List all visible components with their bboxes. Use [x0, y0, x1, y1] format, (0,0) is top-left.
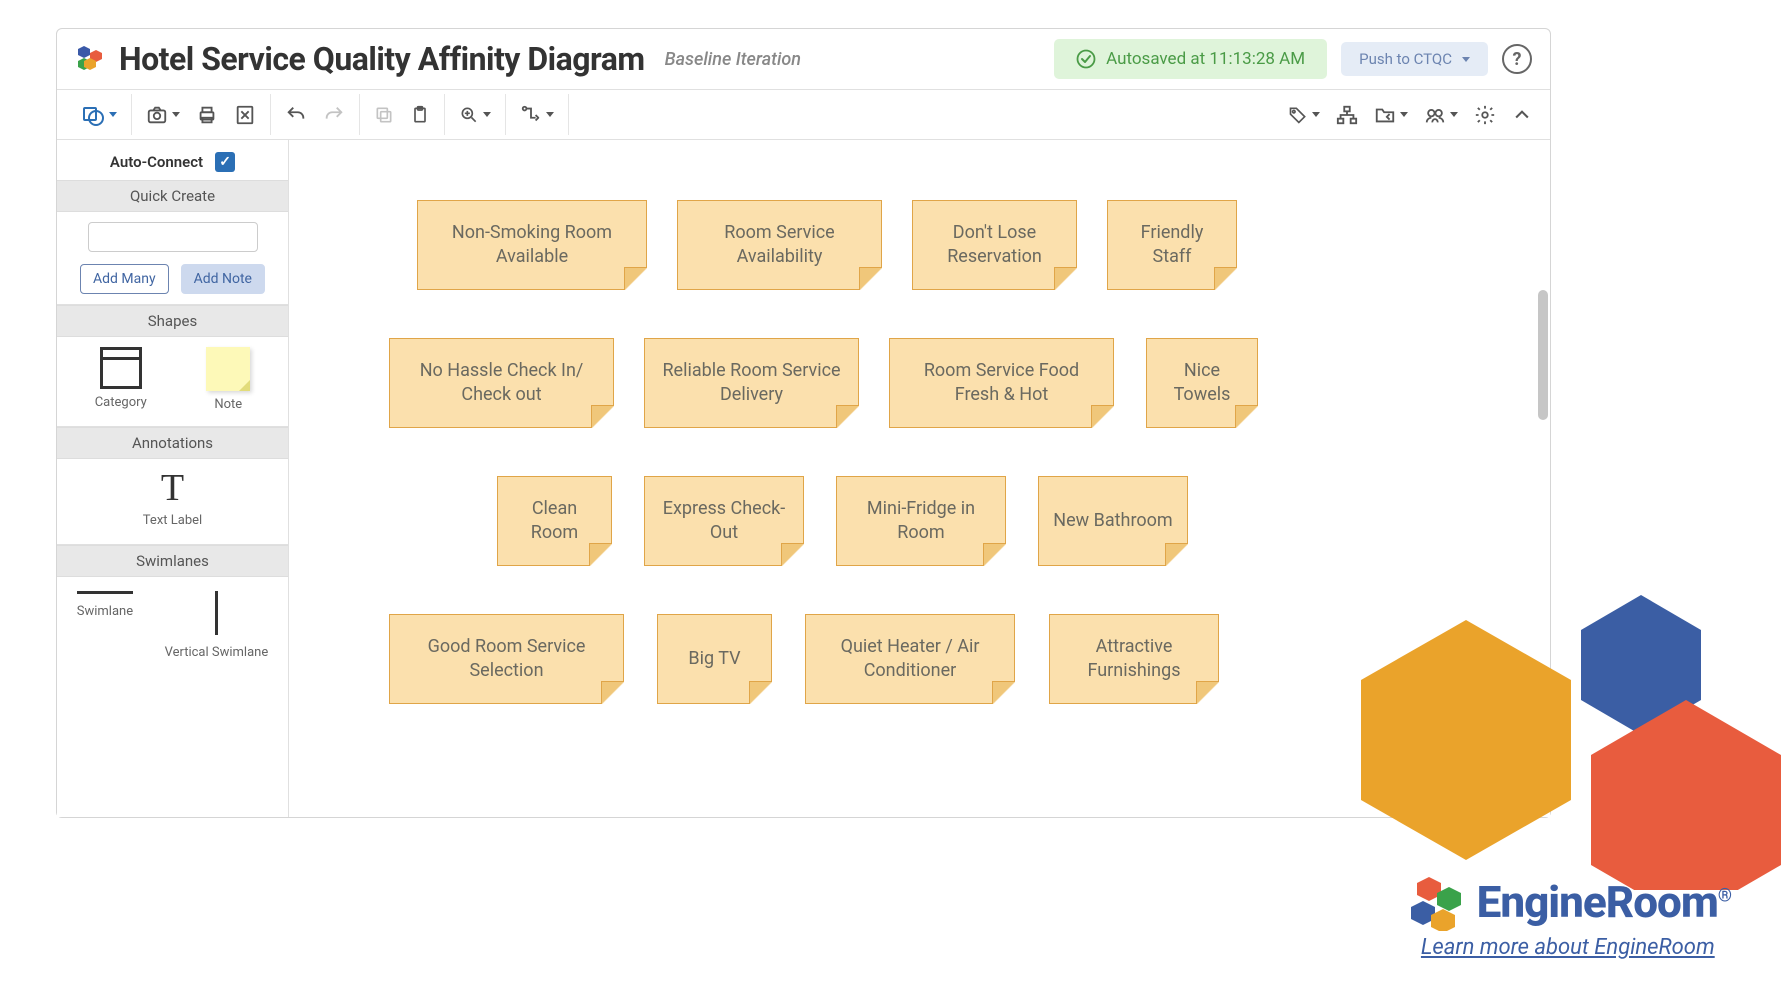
quick-create-input[interactable] [88, 222, 258, 252]
affinity-note[interactable]: Attractive Furnishings [1049, 614, 1219, 704]
shape-note-label: Note [214, 397, 242, 412]
affinity-note[interactable]: Reliable Room Service Delivery [644, 338, 859, 428]
engineroom-logo-icon [1405, 873, 1467, 931]
paste-button[interactable] [402, 99, 438, 131]
page-subtitle: Baseline Iteration [665, 49, 801, 70]
push-ctqc-button[interactable]: Push to CTQC [1341, 42, 1488, 76]
settings-button[interactable] [1466, 98, 1504, 132]
affinity-note[interactable]: Quiet Heater / Air Conditioner [805, 614, 1015, 704]
affinity-note[interactable]: No Hassle Check In/ Check out [389, 338, 614, 428]
shape-note[interactable]: Note [206, 347, 250, 412]
caret-down-icon [172, 112, 180, 117]
collapse-button[interactable] [1504, 99, 1540, 131]
toolbar [57, 90, 1550, 140]
copy-button[interactable] [366, 99, 402, 131]
swimlane-horizontal[interactable]: Swimlane [77, 591, 133, 660]
push-ctqc-label: Push to CTQC [1359, 50, 1452, 68]
tag-button[interactable] [1280, 99, 1328, 131]
branding-footer: EngineRoom® Learn more about EngineRoom [1405, 873, 1731, 960]
caret-down-icon [1450, 112, 1458, 117]
annotations-header: Annotations [57, 427, 288, 459]
header-bar: Hotel Service Quality Affinity Diagram B… [57, 29, 1550, 90]
quick-create-header: Quick Create [57, 180, 288, 212]
app-window: Hotel Service Quality Affinity Diagram B… [56, 28, 1551, 818]
autosave-text: Autosaved at 11:13:28 AM [1106, 49, 1305, 69]
swimlane-vertical[interactable]: Vertical Swimlane [165, 591, 269, 660]
affinity-note[interactable]: New Bathroom [1038, 476, 1188, 566]
affinity-note[interactable]: Friendly Staff [1107, 200, 1237, 290]
shapes-header: Shapes [57, 305, 288, 337]
affinity-note[interactable]: Express Check-Out [644, 476, 804, 566]
shape-category[interactable]: Category [95, 347, 147, 412]
affinity-note[interactable]: Nice Towels [1146, 338, 1258, 428]
folder-button[interactable] [1366, 98, 1416, 132]
affinity-note[interactable]: Room Service Availability [677, 200, 882, 290]
page-title: Hotel Service Quality Affinity Diagram [119, 40, 645, 78]
affinity-note[interactable]: Clean Room [497, 476, 612, 566]
shape-category-label: Category [95, 395, 147, 410]
affinity-note[interactable]: Room Service Food Fresh & Hot [889, 338, 1114, 428]
share-button[interactable] [1416, 98, 1466, 132]
add-note-button[interactable]: Add Note [181, 264, 265, 294]
caret-down-icon [1462, 57, 1470, 62]
connector-button[interactable] [512, 98, 562, 132]
affinity-note[interactable]: Good Room Service Selection [389, 614, 624, 704]
affinity-note[interactable]: Big TV [657, 614, 772, 704]
zoom-button[interactable] [451, 99, 499, 131]
learn-more-link[interactable]: Learn more about EngineRoom [1421, 935, 1715, 960]
print-button[interactable] [188, 98, 226, 132]
help-button[interactable]: ? [1502, 44, 1532, 74]
swimlane-horizontal-icon [77, 591, 133, 594]
note-shape-icon [206, 347, 250, 391]
auto-connect-row: Auto-Connect [57, 144, 288, 180]
camera-button[interactable] [138, 98, 188, 132]
affinity-note[interactable]: Mini-Fridge in Room [836, 476, 1006, 566]
swimlanes-header: Swimlanes [57, 545, 288, 577]
caret-down-icon [1312, 112, 1320, 117]
auto-connect-checkbox[interactable] [215, 152, 235, 172]
affinity-note[interactable]: Non-Smoking Room Available [417, 200, 647, 290]
shapes-tool-button[interactable] [73, 97, 125, 133]
canvas[interactable]: Non-Smoking Room Available Room Service … [289, 140, 1550, 817]
affinity-note[interactable]: Don't Lose Reservation [912, 200, 1077, 290]
autosave-status: Autosaved at 11:13:28 AM [1054, 39, 1327, 79]
swimlane-vertical-icon [215, 591, 218, 635]
swimlane-horizontal-label: Swimlane [77, 604, 133, 619]
scrollbar-thumb[interactable] [1538, 290, 1548, 420]
caret-down-icon [546, 112, 554, 117]
brand-name: EngineRoom® [1477, 876, 1731, 928]
scrollbar[interactable] [1534, 140, 1550, 817]
caret-down-icon [483, 112, 491, 117]
export-excel-button[interactable] [226, 98, 264, 132]
check-circle-icon [1076, 49, 1096, 69]
sidebar: Auto-Connect Quick Create Add Many Add N… [57, 140, 289, 817]
app-logo-icon [75, 44, 105, 74]
annotation-text-label-caption: Text Label [143, 513, 202, 528]
text-label-icon: T [161, 469, 184, 507]
category-shape-icon [100, 347, 142, 389]
tree-button[interactable] [1328, 98, 1366, 132]
caret-down-icon [109, 112, 117, 117]
add-many-button[interactable]: Add Many [80, 264, 169, 294]
redo-button[interactable] [315, 98, 353, 132]
auto-connect-label: Auto-Connect [110, 153, 203, 171]
swimlane-vertical-label: Vertical Swimlane [165, 645, 269, 660]
undo-button[interactable] [277, 98, 315, 132]
annotation-text-label[interactable]: T Text Label [143, 469, 202, 528]
caret-down-icon [1400, 112, 1408, 117]
